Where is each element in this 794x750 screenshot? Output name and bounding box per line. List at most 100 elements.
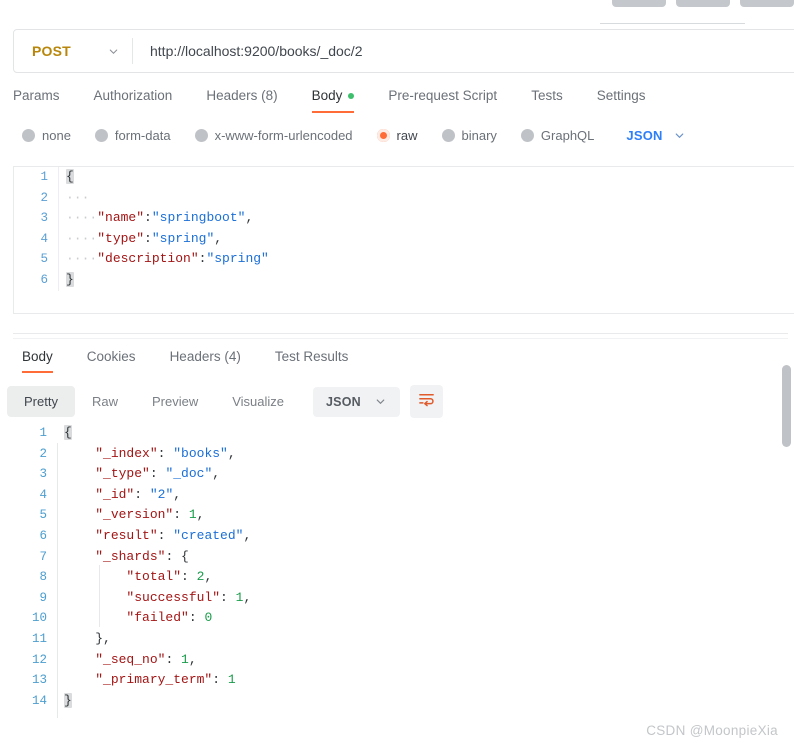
request-body-editor[interactable]: 1{2 ··· 3 ····"name":"springboot", 4 ····"typ… [13, 166, 794, 314]
request-tab-label: Headers (8) [206, 88, 278, 103]
top-divider [600, 23, 745, 24]
code-token-punct: : [157, 445, 174, 461]
code-line: 2 "_index": "books", [13, 444, 794, 465]
code-line-content: ··· [58, 187, 89, 209]
toolbar-button-stub-3[interactable] [740, 0, 794, 7]
body-type-radio-binary[interactable]: binary [441, 128, 497, 143]
response-format-selector[interactable]: JSON [313, 386, 400, 417]
code-line: 6} [14, 269, 794, 291]
code-token-ws: ···· [66, 251, 98, 267]
response-view-mode-pretty[interactable]: Pretty [7, 386, 75, 417]
response-scrollbar-thumb[interactable] [782, 365, 791, 447]
code-token-punct: : [149, 466, 166, 482]
http-method-selector[interactable]: POST [14, 30, 132, 72]
code-token-str: "springboot" [151, 210, 246, 226]
response-pane-top-edge [13, 338, 788, 339]
chevron-down-icon [107, 45, 120, 58]
code-token-punct [64, 446, 95, 461]
request-tab-pre-request-script[interactable]: Pre-request Script [388, 84, 497, 113]
response-tab-body[interactable]: Body [22, 345, 53, 373]
code-token-punct: : [165, 548, 182, 564]
line-number: 6 [39, 528, 47, 543]
body-type-radio-label: GraphQL [540, 128, 595, 143]
toolbar-button-stub-1[interactable] [612, 0, 666, 7]
request-tab-settings[interactable]: Settings [597, 84, 646, 113]
response-body-editor[interactable]: 1{2 "_index": "books", 3 "_type": "_doc",… [13, 423, 794, 718]
body-language-label: JSON [626, 128, 663, 143]
line-number: 1 [40, 170, 48, 184]
line-number: 2 [40, 190, 48, 205]
code-token-punct: : [173, 507, 189, 523]
code-line: 4 "_id": "2", [13, 485, 794, 506]
code-token-punct [64, 507, 95, 522]
request-tab-body[interactable]: Body [311, 84, 355, 113]
response-tab-test-results[interactable]: Test Results [275, 345, 349, 373]
code-line: 9 "successful": 1, [13, 588, 794, 609]
body-type-radio-graphql[interactable]: GraphQL [520, 128, 595, 143]
word-wrap-toggle-button[interactable] [409, 385, 443, 418]
chevron-down-icon [673, 129, 686, 142]
body-type-radio-form-data[interactable]: form-data [94, 128, 171, 143]
radio-button-icon [441, 129, 455, 142]
request-url-bar: POST [13, 29, 794, 73]
code-token-brace-hl: } [64, 692, 72, 708]
code-line: 10 "failed": 0 [13, 608, 794, 629]
line-number: 14 [31, 693, 47, 708]
code-line: 7 "_shards": { [13, 547, 794, 568]
code-token-str: "spring" [151, 230, 215, 246]
code-token-punct: , [188, 651, 197, 667]
request-tab-headers-8[interactable]: Headers (8) [206, 84, 277, 113]
body-type-radio-x-www-form-urlencoded[interactable]: x-www-form-urlencoded [194, 128, 353, 143]
line-number: 7 [39, 549, 47, 564]
code-token-punct: , [227, 445, 236, 461]
code-token-num: 1 [181, 651, 189, 667]
code-line: 14} [13, 691, 794, 712]
response-view-mode-preview[interactable]: Preview [135, 386, 215, 417]
response-format-label: JSON [326, 394, 361, 409]
code-token-str: "spring" [206, 251, 269, 267]
radio-button-icon [520, 129, 534, 142]
toolbar-button-stub-2[interactable] [676, 0, 730, 7]
code-line-content: ····"description":"spring" [58, 249, 269, 270]
request-tab-label: Tests [531, 88, 563, 103]
response-tab-headers-4[interactable]: Headers (4) [170, 345, 241, 373]
response-view-mode-visualize[interactable]: Visualize [215, 386, 301, 417]
watermark-text: CSDN @MoonpieXia [646, 723, 778, 738]
code-line-content: ····"type":"spring", [58, 228, 222, 250]
request-tab-tests[interactable]: Tests [531, 84, 563, 113]
code-line-content: "_type": "_doc", [57, 464, 220, 485]
body-type-radio-none[interactable]: none [22, 128, 71, 143]
line-number: 5 [39, 508, 47, 523]
response-view-mode-raw[interactable]: Raw [75, 386, 135, 417]
request-tab-params[interactable]: Params [13, 84, 60, 113]
line-number: 6 [40, 272, 48, 287]
code-token-punct: } [95, 630, 104, 646]
code-token-str: "2" [149, 486, 174, 502]
code-token-brace-hl: { [64, 425, 72, 440]
code-token-num: 1 [188, 507, 197, 523]
code-token-key: "successful" [126, 589, 221, 605]
code-line-content: "_shards": { [57, 547, 189, 568]
body-type-radio-label: form-data [114, 128, 171, 143]
code-token-key: "result" [95, 527, 158, 543]
body-type-radio-raw[interactable]: raw [376, 128, 418, 143]
line-number: 4 [39, 487, 47, 502]
radio-button-icon [22, 129, 35, 142]
body-language-selector[interactable]: JSON [626, 128, 685, 143]
code-token-punct: , [173, 486, 182, 502]
code-line-content: "_index": "books", [57, 444, 236, 465]
code-token-key: "type" [97, 230, 145, 246]
response-scrollbar-track[interactable] [782, 340, 791, 730]
body-type-radio-label: x-www-form-urlencoded [214, 128, 353, 143]
top-toolbar-stubs [612, 0, 794, 7]
request-tab-label: Authorization [93, 88, 173, 103]
code-token-key: "total" [126, 569, 182, 585]
line-number: 4 [40, 231, 48, 246]
response-tab-cookies[interactable]: Cookies [87, 345, 136, 373]
code-line-content: { [57, 423, 72, 444]
code-token-str: "books" [173, 445, 228, 461]
code-line-content: "_primary_term": 1 [57, 670, 235, 691]
request-tab-authorization[interactable]: Authorization [94, 84, 173, 113]
request-url-input[interactable] [133, 30, 794, 72]
code-line-content: "total": 2, [57, 567, 212, 588]
